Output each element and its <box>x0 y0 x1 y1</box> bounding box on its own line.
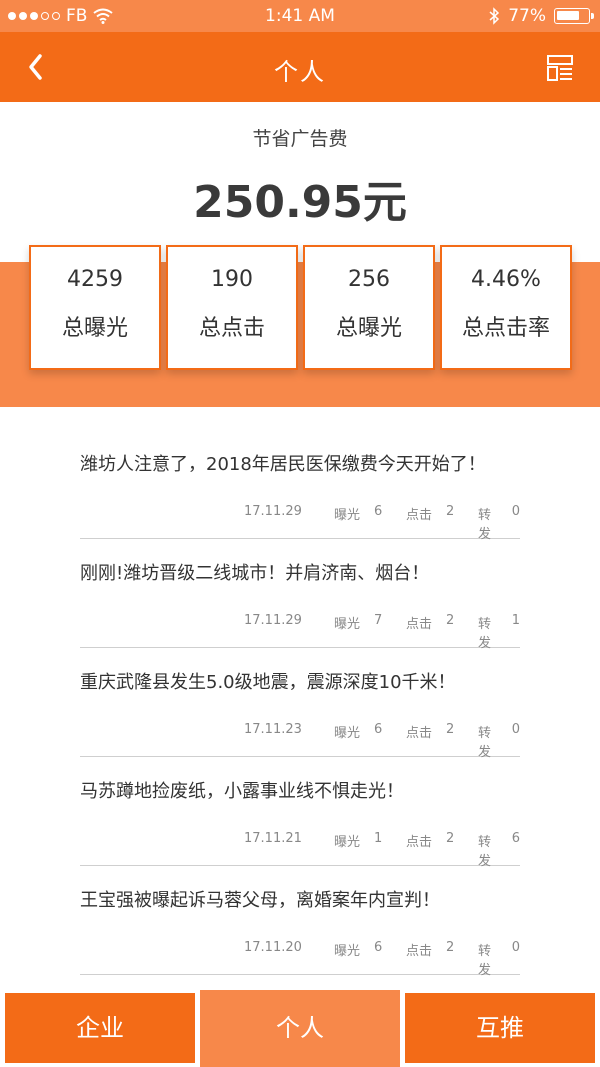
nav-bar: 个人 <box>0 32 600 102</box>
shares-label: 转发 <box>478 508 492 542</box>
article-meta: 17.11.29 曝光 7 点击 2 转发 1 <box>244 613 520 651</box>
battery-icon <box>554 8 594 24</box>
shares-count: 1 <box>511 613 520 628</box>
list-item[interactable]: 刚刚!潍坊晋级二线城市！并肩济南、烟台！ 17.11.29 曝光 7 点击 2 转发… <box>80 539 520 651</box>
exposure-label: 曝光 <box>334 726 361 741</box>
stat-card-click-rate[interactable]: 4.46% 总点击率 <box>440 245 572 370</box>
article-meta: 17.11.29 曝光 6 点击 2 转发 0 <box>244 504 520 542</box>
list-item[interactable]: 潍坊人注意了，2018年居民医保缴费今天开始了！ 17.11.29 曝光 6 点击… <box>80 430 520 542</box>
exposure-count: 1 <box>374 831 383 846</box>
article-title: 刚刚!潍坊晋级二线城市！并肩济南、烟台！ <box>80 563 430 584</box>
page-title: 个人 <box>274 58 326 86</box>
stat-card-exposure-2[interactable]: 256 总曝光 <box>303 245 435 370</box>
article-meta: 17.11.21 曝光 1 点击 2 转发 6 <box>244 831 520 869</box>
tab-personal[interactable]: 个人 <box>200 990 400 1067</box>
stat-value: 4.46% <box>471 267 541 292</box>
stat-label: 总曝光 <box>61 316 128 341</box>
stat-value: 190 <box>211 267 253 292</box>
article-list: 潍坊人注意了，2018年居民医保缴费今天开始了！ 17.11.29 曝光 6 点击… <box>80 430 520 978</box>
savings-amount: 250.95元 <box>193 177 407 228</box>
exposure-count: 7 <box>374 613 383 628</box>
status-bar: FB 1:41 AM 77% <box>0 0 600 32</box>
status-right: 77% <box>488 6 594 26</box>
exposure-count: 6 <box>374 722 383 737</box>
article-date: 17.11.20 <box>244 940 302 955</box>
exposure-label: 曝光 <box>334 835 361 850</box>
shares-label: 转发 <box>478 835 492 869</box>
shares-label: 转发 <box>478 726 492 760</box>
list-item[interactable]: 王宝强被曝起诉马蓉父母，离婚案年内宣判！ 17.11.20 曝光 6 点击 2 转发… <box>80 866 520 978</box>
article-date: 17.11.23 <box>244 722 302 737</box>
stat-card-clicks[interactable]: 190 总点击 <box>166 245 298 370</box>
clicks-count: 2 <box>446 940 455 955</box>
clicks-count: 2 <box>446 831 455 846</box>
shares-count: 0 <box>511 504 520 519</box>
clicks-label: 点击 <box>406 726 433 741</box>
article-title: 王宝强被曝起诉马蓉父母，离婚案年内宣判！ <box>80 890 440 911</box>
article-date: 17.11.21 <box>244 831 302 846</box>
savings-label: 节省广告费 <box>252 128 348 150</box>
article-meta: 17.11.20 曝光 6 点击 2 转发 0 <box>244 940 520 978</box>
stat-label: 总点击 <box>198 316 265 341</box>
stat-value: 4259 <box>67 267 123 292</box>
bluetooth-icon <box>489 7 500 25</box>
shares-label: 转发 <box>478 944 492 978</box>
shares-label: 转发 <box>478 617 492 651</box>
tab-bar: 企业 个人 互推 <box>0 990 600 1067</box>
stat-value: 256 <box>348 267 390 292</box>
stat-label: 总曝光 <box>335 316 402 341</box>
exposure-count: 6 <box>374 940 383 955</box>
article-title: 马苏蹲地捡废纸，小露事业线不惧走光！ <box>80 781 404 802</box>
layout-menu-icon[interactable] <box>546 54 574 82</box>
clicks-label: 点击 <box>406 508 433 523</box>
clicks-count: 2 <box>446 613 455 628</box>
exposure-label: 曝光 <box>334 617 361 632</box>
clicks-label: 点击 <box>406 944 433 959</box>
clicks-count: 2 <box>446 722 455 737</box>
battery-percent: 77% <box>508 6 546 26</box>
article-title: 潍坊人注意了，2018年居民医保缴费今天开始了！ <box>80 454 486 475</box>
stat-card-exposure[interactable]: 4259 总曝光 <box>29 245 161 370</box>
shares-count: 0 <box>511 940 520 955</box>
list-item[interactable]: 马苏蹲地捡废纸，小露事业线不惧走光！ 17.11.21 曝光 1 点击 2 转发 6 <box>80 757 520 869</box>
exposure-label: 曝光 <box>334 508 361 523</box>
shares-count: 6 <box>511 831 520 846</box>
article-meta: 17.11.23 曝光 6 点击 2 转发 0 <box>244 722 520 760</box>
stat-label: 总点击率 <box>461 316 550 341</box>
clicks-count: 2 <box>446 504 455 519</box>
article-date: 17.11.29 <box>244 504 302 519</box>
tab-enterprise[interactable]: 企业 <box>5 993 195 1063</box>
article-date: 17.11.29 <box>244 613 302 628</box>
tab-mutual-promotion[interactable]: 互推 <box>405 993 595 1063</box>
list-item[interactable]: 重庆武隆县发生5.0级地震，震源深度10千米！ 17.11.23 曝光 6 点击 2… <box>80 648 520 760</box>
exposure-count: 6 <box>374 504 383 519</box>
exposure-label: 曝光 <box>334 944 361 959</box>
clicks-label: 点击 <box>406 835 433 850</box>
clicks-label: 点击 <box>406 617 433 632</box>
article-title: 重庆武隆县发生5.0级地震，震源深度10千米！ <box>80 672 456 693</box>
shares-count: 0 <box>511 722 520 737</box>
